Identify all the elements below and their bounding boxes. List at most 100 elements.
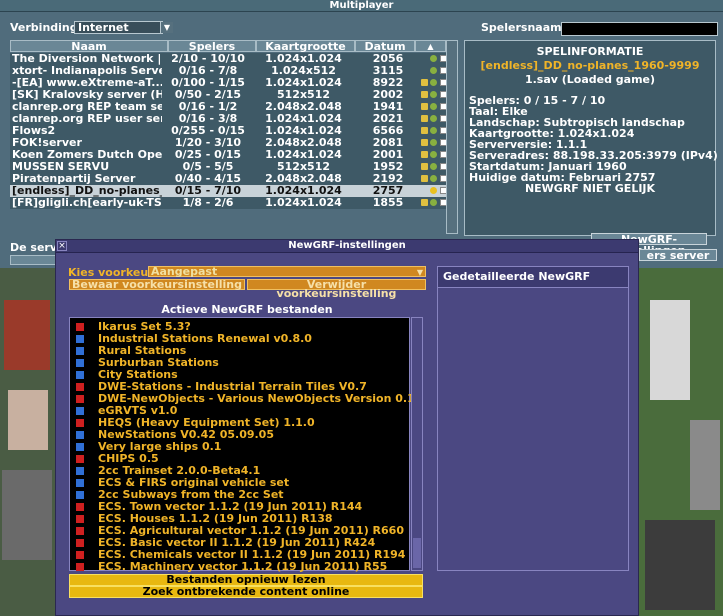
server-list-scrollbar[interactable]: [446, 40, 458, 234]
column-header-mapsize[interactable]: Kaartgrootte: [256, 40, 355, 53]
server-players: 0/16 - 1/2: [178, 101, 238, 113]
server-row[interactable]: [endless]_DD_no-planes_... 0/15 - 7/10 1.0…: [10, 185, 447, 197]
newgrf-status-red-icon: [76, 563, 84, 571]
server-players: 0/40 - 4/15: [174, 173, 242, 185]
server-row[interactable]: The Diversion Network | O... 2/10 - 10/10…: [10, 53, 447, 65]
newgrf-status-blue-icon: [76, 407, 84, 415]
server-name: Piratenpartij Server: [12, 173, 136, 185]
newgrf-status-red-icon: [76, 419, 84, 427]
newgrf-status-red-icon: [76, 527, 84, 535]
join-game-button[interactable]: [10, 255, 60, 265]
server-date: 1855: [372, 197, 404, 209]
newgrf-status-red-icon: [76, 539, 84, 547]
preset-dropdown[interactable]: Aangepast ▼: [148, 266, 426, 277]
game-info-panel: SPELINFORMATIE [endless]_DD_no-planes_19…: [464, 40, 718, 236]
save-preset-button[interactable]: Bewaar voorkeursinstelling: [69, 279, 245, 290]
connection-value: Internet: [78, 21, 129, 34]
server-row[interactable]: xtort- Indianapolis Server ... 0/16 - 7/8…: [10, 65, 447, 77]
server-mapsize: 512x512: [276, 161, 331, 173]
server-row[interactable]: FOK!server 1/20 - 3/10 2.048x2.048 2081: [10, 137, 447, 149]
newgrf-status-red-icon: [76, 455, 84, 463]
server-date: 2081: [372, 137, 404, 149]
server-row[interactable]: clanrep.org REP team server 0/16 - 1/2 2.0…: [10, 101, 447, 113]
delete-preset-button[interactable]: Verwijder voorkeursinstelling: [247, 279, 426, 299]
lock-icon: [421, 163, 428, 170]
status-dot-icon: [430, 67, 437, 74]
server-players: 0/15 - 7/10: [174, 185, 242, 197]
newgrf-status-red-icon: [76, 551, 84, 559]
player-name-input[interactable]: [561, 22, 718, 36]
server-players: 1/20 - 3/10: [174, 137, 242, 149]
column-header-players[interactable]: Spelers: [168, 40, 256, 53]
lock-icon: [421, 115, 428, 122]
server-players: 0/16 - 7/8: [178, 65, 238, 77]
server-mapsize: 1.024x1.024: [265, 77, 342, 89]
lock-icon: [421, 139, 428, 146]
connection-dropdown[interactable]: Internet: [74, 21, 163, 34]
newgrf-status-blue-icon: [76, 371, 84, 379]
server-row[interactable]: [FR]gligli.ch[early-uk-TS]... 1/8 - 2/6 1.…: [10, 197, 447, 209]
active-newgrf-list[interactable]: Ikarus Set 5.3? Industrial Stations Renew…: [69, 317, 415, 573]
server-mapsize: 2.048x2.048: [265, 173, 342, 185]
background-building: [650, 300, 690, 400]
lock-icon: [421, 103, 428, 110]
server-mapsize: 1.024x512: [271, 65, 336, 77]
server-name: The Diversion Network | O...: [12, 53, 162, 65]
scrollbar-thumb[interactable]: [413, 538, 421, 568]
server-players: 0/25 - 0/15: [174, 149, 242, 161]
server-row[interactable]: Flows2 0/255 - 0/15 1.024x1.024 6566: [10, 125, 447, 137]
newgrf-status-blue-icon: [76, 443, 84, 451]
server-row[interactable]: [SK] Kralovsky server (Ha... 0/50 - 2/15 5…: [10, 89, 447, 101]
server-name: [SK] Kralovsky server (Ha...: [12, 89, 162, 101]
server-date: 2757: [372, 185, 404, 197]
newgrf-status-blue-icon: [76, 359, 84, 367]
newgrf-status-blue-icon: [76, 491, 84, 499]
connection-label: Verbinding:: [10, 21, 83, 34]
close-icon[interactable]: ×: [57, 241, 67, 251]
lock-icon: [421, 127, 428, 134]
server-mapsize: 512x512: [276, 89, 331, 101]
info-header: SPELINFORMATIE: [536, 45, 644, 58]
active-newgrf-header: Actieve NewGRF bestanden: [161, 303, 333, 316]
background-building: [8, 390, 48, 450]
server-mapsize: 1.024x1.024: [265, 149, 342, 161]
server-row[interactable]: clanrep.org REP user server 0/16 - 3/8 1.0…: [10, 113, 447, 125]
server-date: 2056: [372, 53, 404, 65]
newgrf-status-red-icon: [76, 503, 84, 511]
column-header-name[interactable]: Naam: [10, 40, 168, 53]
info-server-name: [endless]_DD_no-planes_1960-9999: [480, 59, 700, 72]
background-building: [645, 520, 715, 610]
server-players: 2/10 - 10/10: [171, 53, 245, 65]
add-server-button[interactable]: ers server: [639, 249, 717, 261]
server-date: 2001: [372, 149, 404, 161]
find-missing-content-button[interactable]: Zoek ontbrekende content online: [69, 586, 423, 598]
chevron-down-icon[interactable]: ▼: [160, 22, 173, 33]
column-header-date[interactable]: Datum: [355, 40, 415, 53]
status-dot-icon: [430, 139, 437, 146]
status-dot-icon: [430, 187, 437, 194]
newgrf-detail-panel: [437, 288, 629, 571]
sort-arrow-icon[interactable]: ▲: [415, 40, 446, 52]
server-row[interactable]: MUSSEN SERVU 0/5 - 5/5 512x512 1952: [10, 161, 447, 173]
lock-icon: [421, 79, 428, 86]
server-players: 0/5 - 5/5: [182, 161, 234, 173]
newgrf-status-blue-icon: [76, 347, 84, 355]
newgrf-status-red-icon: [76, 323, 84, 331]
status-dot-icon: [430, 103, 437, 110]
server-row[interactable]: -[EA] www.eXtreme-aT... 0/100 - 1/15 1.024…: [10, 77, 447, 89]
status-dot-icon: [430, 175, 437, 182]
server-name: Koen Zomers Dutch OpenT...: [12, 149, 162, 161]
preset-value: Aangepast: [151, 265, 218, 278]
multiplayer-window: Multiplayer Verbinding: Internet ▼ Spele…: [0, 0, 723, 268]
lock-icon: [421, 199, 428, 206]
newgrf-status-blue-icon: [76, 479, 84, 487]
server-name: -[EA] www.eXtreme-aT...: [12, 77, 162, 89]
status-dot-icon: [430, 151, 437, 158]
server-row[interactable]: Koen Zomers Dutch OpenT... 0/25 - 0/15 1.0…: [10, 149, 447, 161]
server-row[interactable]: Piratenpartij Server 0/40 - 4/15 2.048x2.0…: [10, 173, 447, 185]
newgrf-status-blue-icon: [76, 431, 84, 439]
server-mapsize: 2.048x2.048: [265, 101, 342, 113]
newgrf-list-scrollbar[interactable]: [411, 317, 423, 571]
background-building: [4, 300, 50, 370]
server-mapsize: 2.048x2.048: [265, 137, 342, 149]
